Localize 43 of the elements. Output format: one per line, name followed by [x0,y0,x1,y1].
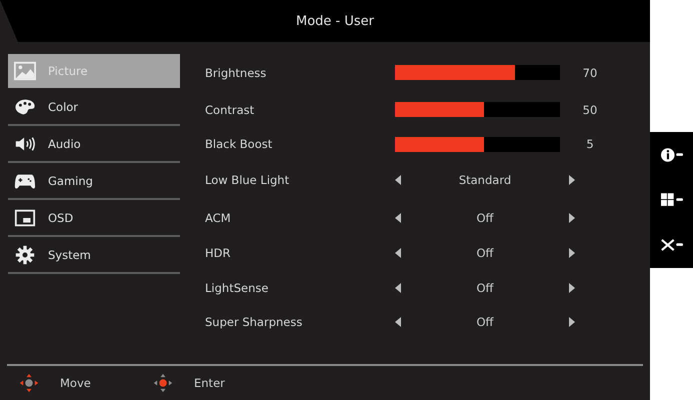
menu-item[interactable]: System [8,238,180,274]
right-arrow-icon[interactable] [568,175,575,185]
hint-label: Move [60,376,92,390]
setting-label: Contrast [205,102,256,116]
palette-icon [14,97,36,117]
right-arrow-icon[interactable] [568,317,575,327]
right-arrow-icon[interactable] [568,248,575,258]
window-title: Mode - User [296,14,374,28]
settings-icon [14,245,36,265]
joystick-icon [152,373,174,393]
setting-label: LightSense [205,281,270,295]
setting-label: Brightness [205,66,268,80]
hint-label: Enter [194,376,226,390]
joystick-icon [18,373,40,393]
left-arrow-icon[interactable] [395,248,401,258]
setting-label: ACM [205,210,232,224]
setting-label: Super Sharpness [205,315,304,329]
setting-value: Off [476,246,494,260]
menu-item[interactable]: OSD [8,201,180,237]
setting-value: Off [476,315,494,329]
menu-item[interactable]: Color [8,90,180,126]
slider-track[interactable] [395,136,560,152]
setting-label: HDR [205,246,232,260]
setting-value: 5 [585,137,595,151]
slider-track[interactable] [395,102,560,117]
picture-icon [14,61,36,81]
right-arrow-icon[interactable] [568,212,575,222]
setting-value: Standard [458,173,512,187]
screen-icon [14,208,36,228]
setting-label: Low Blue Light [205,173,290,187]
setting-label: Black Boost [205,137,274,151]
left-arrow-icon[interactable] [395,212,401,222]
left-arrow-icon[interactable] [395,175,401,185]
menu-item[interactable]: Audio [8,127,180,163]
setting-value: Off [476,281,494,295]
left-arrow-icon[interactable] [395,317,401,327]
setting-value: 50 [582,102,598,116]
left-arrow-icon[interactable] [395,283,401,293]
right-arrow-icon[interactable] [568,283,575,293]
slider-track[interactable] [395,65,560,80]
setting-value: Off [476,210,494,224]
menu-item[interactable]: Gaming [8,164,180,200]
setting-value: 70 [582,66,598,80]
